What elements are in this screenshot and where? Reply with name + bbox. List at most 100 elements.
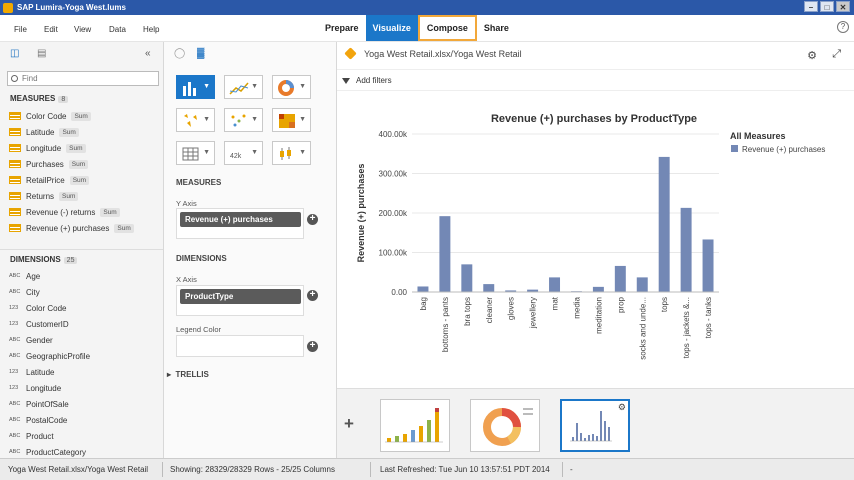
lightbulb-icon[interactable]: ◯ [174, 48, 185, 59]
find-input[interactable] [22, 74, 152, 83]
bar-chart[interactable]: Revenue (+) purchases by ProductType 0.00… [337, 102, 854, 388]
dataset-name: Yoga West Retail.xlsx/Yoga West Retail [364, 48, 522, 59]
chevron-down-icon[interactable]: ▼ [203, 83, 210, 90]
x-tick-label: mat [551, 296, 560, 310]
x-axis-dimension-pill[interactable]: ProductType [180, 289, 301, 304]
x-axis-drop-zone[interactable]: ProductType [176, 285, 304, 316]
dimension-name: PointOfSale [26, 399, 69, 409]
dimension-type-icon: ABC [9, 417, 21, 423]
dimension-name: GeographicProfile [26, 351, 91, 361]
mode-share[interactable]: Share [477, 15, 516, 41]
dimension-item[interactable]: ABC City [9, 286, 40, 298]
dimension-item[interactable]: 123 Longitude [9, 382, 61, 394]
aggregation-badge[interactable]: Sum [69, 175, 90, 185]
visualization-thumbnail-donut[interactable] [470, 399, 540, 452]
close-button[interactable]: ✕ [836, 1, 850, 12]
chart-type-tile[interactable]: 42k ▼ [224, 141, 263, 165]
chevron-down-icon[interactable]: ▼ [299, 83, 306, 90]
chart-type-tile[interactable]: ▼ [272, 141, 311, 165]
visualization-thumbnail-bar-active[interactable]: ⚙ [560, 399, 630, 452]
legend-color-drop-zone[interactable] [176, 335, 304, 357]
chevron-down-icon[interactable]: ▼ [299, 116, 306, 123]
dimension-item[interactable]: 123 Latitude [9, 366, 54, 378]
trellis-section[interactable]: ▸ TRELLIS [167, 370, 209, 379]
find-box[interactable] [7, 71, 159, 86]
chevron-down-icon[interactable]: ▼ [251, 149, 258, 156]
aggregation-badge[interactable]: Sum [59, 191, 79, 201]
y-tick-label: 0.00 [391, 288, 407, 297]
add-filters-button[interactable]: Add filters [342, 76, 392, 85]
measure-item[interactable]: Latitude Sum [9, 126, 79, 138]
chevron-down-icon[interactable]: ▼ [251, 83, 258, 90]
menu-data[interactable]: Data [109, 25, 126, 34]
list-view-icon[interactable]: ◫ [10, 48, 19, 59]
measure-item[interactable]: Returns Sum [9, 190, 79, 202]
chevron-down-icon[interactable]: ▼ [251, 116, 258, 123]
dimension-name: Product [26, 431, 54, 441]
bar-chart-type-icon [183, 82, 196, 96]
measure-item[interactable]: Color Code Sum [9, 110, 91, 122]
chart-type-tile[interactable]: ▼ [176, 141, 215, 165]
mode-visualize[interactable]: Visualize [365, 15, 418, 41]
dimension-item[interactable]: 123 Color Code [9, 302, 66, 314]
maximize-button[interactable]: □ [820, 1, 834, 12]
chevron-down-icon[interactable]: ▼ [299, 149, 306, 156]
dimension-item[interactable]: ABC PointOfSale [9, 398, 69, 410]
add-legend-color-button[interactable]: + [307, 341, 318, 352]
dimension-item[interactable]: ABC Product [9, 430, 54, 442]
collapse-panel-icon[interactable]: « [145, 48, 151, 59]
aggregation-badge[interactable]: Sum [100, 207, 120, 217]
dimension-item[interactable]: ABC ProductCategory [9, 446, 86, 458]
thumbnail-gear-icon[interactable]: ⚙ [618, 402, 626, 413]
y-axis-measure-pill[interactable]: Revenue (+) purchases [180, 212, 301, 227]
add-visualization-button[interactable]: + [344, 414, 354, 434]
measure-item[interactable]: Longitude Sum [9, 142, 86, 154]
visualization-thumbnail-stacked[interactable] [380, 399, 450, 452]
chart-type-tile[interactable]: ▼ [176, 108, 215, 132]
minimize-button[interactable]: – [804, 1, 818, 12]
aggregation-badge[interactable]: Sum [68, 159, 89, 169]
window-titlebar: SAP Lumira-Yoga West.lums – □ ✕ [0, 0, 854, 15]
chart-type-tile[interactable]: ▼ [224, 75, 263, 99]
mode-prepare[interactable]: Prepare [318, 15, 366, 41]
measure-name: Color Code [26, 111, 67, 121]
mode-compose[interactable]: Compose [417, 15, 477, 41]
x-tick-label: bottoms - pants [441, 297, 450, 352]
dimension-item[interactable]: ABC Gender [9, 334, 53, 346]
chart-type-tile[interactable]: ▼ [272, 108, 311, 132]
aggregation-badge[interactable]: Sum [59, 127, 79, 137]
chart-type-tile[interactable]: ▼ [176, 75, 215, 99]
y-axis-drop-zone[interactable]: Revenue (+) purchases [176, 208, 304, 239]
add-dimension-button[interactable]: + [307, 290, 318, 301]
chart-type-tile[interactable]: ▼ [272, 75, 311, 99]
chart-builder-icon[interactable]: ▓ [197, 48, 204, 59]
dimension-type-icon: 123 [9, 305, 19, 311]
measure-item[interactable]: RetailPrice Sum [9, 174, 90, 186]
expand-icon[interactable]: ⤢ [832, 48, 841, 61]
menu-edit[interactable]: Edit [44, 25, 58, 34]
aggregation-badge[interactable]: Sum [114, 223, 134, 233]
status-divider [370, 462, 371, 477]
status-last-refreshed: Last Refreshed: Tue Jun 10 13:57:51 PDT … [380, 465, 550, 474]
dimension-item[interactable]: 123 CustomerID [9, 318, 69, 330]
tile-view-icon[interactable]: ▤ [37, 48, 46, 59]
add-measure-button[interactable]: + [307, 214, 318, 225]
chevron-down-icon[interactable]: ▼ [203, 149, 210, 156]
measure-item[interactable]: Revenue (-) returns Sum [9, 206, 120, 218]
aggregation-badge[interactable]: Sum [71, 111, 91, 121]
menu-view[interactable]: View [74, 25, 91, 34]
chevron-down-icon[interactable]: ▼ [203, 116, 210, 123]
aggregation-badge[interactable]: Sum [66, 143, 86, 153]
menu-file[interactable]: File [14, 25, 27, 34]
menu-help[interactable]: Help [143, 25, 159, 34]
dimension-item[interactable]: ABC GeographicProfile [9, 350, 90, 362]
chart-settings-gear-icon[interactable]: ⚙ [807, 49, 817, 62]
measure-item[interactable]: Purchases Sum [9, 158, 89, 170]
dimension-item[interactable]: ABC PostalCode [9, 414, 67, 426]
trellis-label: TRELLIS [175, 370, 209, 379]
chart-type-tile[interactable]: ▼ [224, 108, 263, 132]
measure-item[interactable]: Revenue (+) purchases Sum [9, 222, 134, 234]
dimension-item[interactable]: ABC Age [9, 270, 40, 282]
measures-label: MEASURES [10, 94, 56, 103]
help-icon[interactable]: ? [837, 21, 849, 33]
